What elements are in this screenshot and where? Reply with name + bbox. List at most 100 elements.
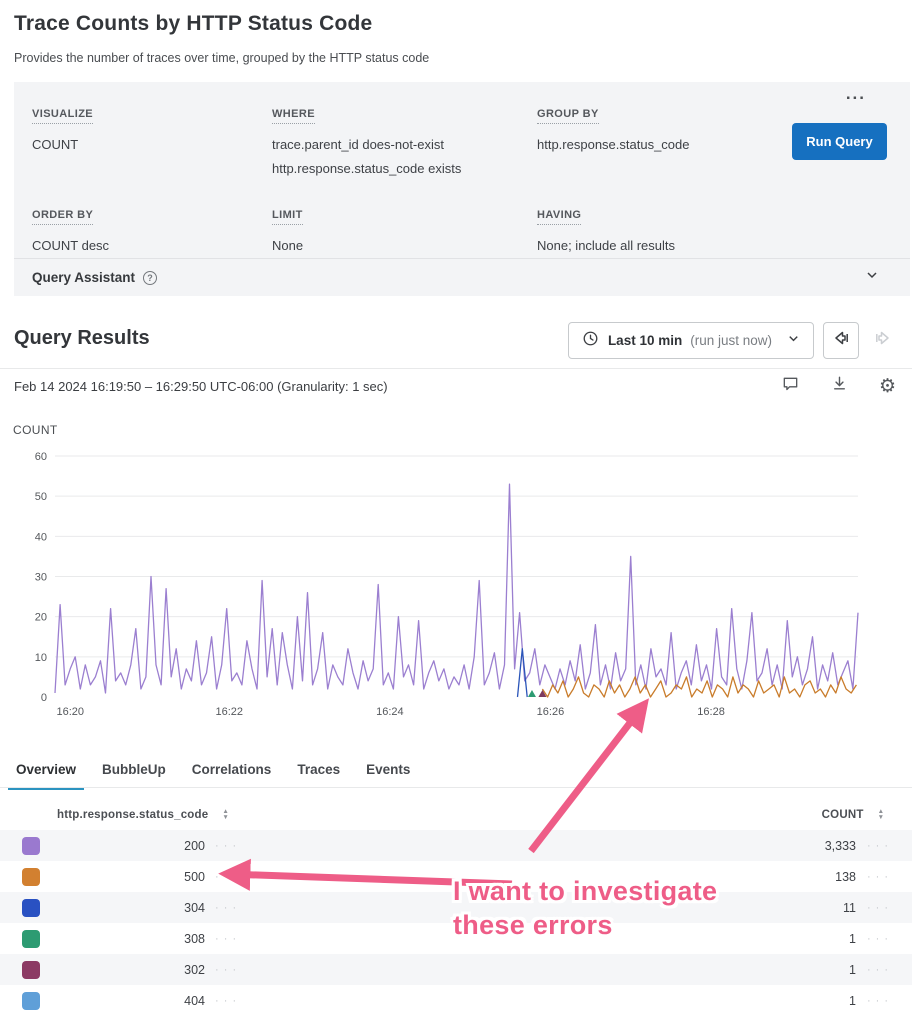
column-header-status-code[interactable]: http.response.status_code (57, 809, 208, 821)
table-body: 200· · ·3,333· · ·500· · ·138· · ·304· ·… (0, 830, 912, 1016)
results-heading: Query Results (14, 327, 150, 350)
row-menu-icon[interactable]: · · · (856, 964, 900, 976)
page-subtitle: Provides the number of traces over time,… (14, 51, 429, 65)
count-value: 1 (781, 994, 856, 1008)
svg-text:16:24: 16:24 (376, 706, 404, 718)
results-table: http.response.status_code ▲▼ COUNT ▲▼ 20… (0, 800, 912, 1016)
time-range-status: (run just now) (690, 333, 772, 348)
series-color-swatch (22, 930, 40, 948)
run-query-button[interactable]: Run Query (792, 123, 887, 160)
count-value: 1 (781, 963, 856, 977)
table-row-status-200[interactable]: 200· · ·3,333· · · (0, 830, 912, 861)
time-range-dropdown[interactable]: Last 10 min (run just now) (568, 322, 814, 359)
chart-y-axis-title: COUNT (13, 423, 58, 437)
status-code-value: 308 (42, 932, 205, 946)
query-section-limit: LIMIT None (272, 205, 537, 258)
query-section-label[interactable]: LIMIT (272, 209, 303, 225)
query-section-values[interactable]: COUNT desc (32, 234, 272, 258)
results-controls: Last 10 min (run just now) (568, 322, 898, 359)
query-assistant-bar[interactable]: Query Assistant ? (14, 258, 910, 296)
trace-counts-chart[interactable]: 010203040506016:2016:2216:2416:2616:28 (0, 440, 912, 735)
table-row-status-302[interactable]: 302· · ·1· · · (0, 954, 912, 985)
query-section-values[interactable]: COUNT (32, 133, 272, 157)
query-section-values[interactable]: None; include all results (537, 234, 867, 258)
query-menu-icon[interactable]: ... (846, 84, 866, 104)
query-section-values[interactable]: None (272, 234, 537, 258)
query-section-visualize: VISUALIZE COUNT (32, 104, 272, 181)
row-menu-icon[interactable]: · · · (205, 840, 241, 852)
tab-events[interactable]: Events (366, 754, 410, 787)
series-color-swatch (22, 961, 40, 979)
table-row-status-404[interactable]: 404· · ·1· · · (0, 985, 912, 1016)
status-code-value: 200 (42, 839, 205, 853)
query-section-where: WHERE trace.parent_id does-not-existhttp.… (272, 104, 537, 181)
sort-icon[interactable]: ▲▼ (878, 809, 884, 821)
count-value: 1 (781, 932, 856, 946)
status-code-value: 304 (42, 901, 205, 915)
comment-icon[interactable] (781, 374, 800, 398)
svg-text:40: 40 (35, 531, 47, 543)
svg-text:16:20: 16:20 (56, 706, 84, 718)
row-menu-icon[interactable]: · · · (205, 933, 241, 945)
previous-query-button[interactable] (823, 322, 859, 359)
query-section-label[interactable]: VISUALIZE (32, 108, 93, 124)
query-section-values[interactable]: trace.parent_id does-not-existhttp.respo… (272, 133, 537, 181)
svg-text:30: 30 (35, 572, 47, 584)
tab-traces[interactable]: Traces (297, 754, 340, 787)
table-row-status-304[interactable]: 304· · ·11· · · (0, 892, 912, 923)
row-menu-icon[interactable]: · · · (205, 871, 241, 883)
series-color-swatch (22, 992, 40, 1010)
help-icon[interactable]: ? (143, 271, 157, 285)
status-code-value: 404 (42, 994, 205, 1008)
query-section-label[interactable]: GROUP BY (537, 108, 599, 124)
row-menu-icon[interactable]: · · · (856, 871, 900, 883)
table-row-status-308[interactable]: 308· · ·1· · · (0, 923, 912, 954)
query-assistant-label: Query Assistant (32, 270, 135, 285)
tab-overview[interactable]: Overview (16, 754, 76, 787)
row-menu-icon[interactable]: · · · (205, 902, 241, 914)
svg-text:50: 50 (35, 491, 47, 503)
series-color-swatch (22, 868, 40, 886)
row-menu-icon[interactable]: · · · (856, 902, 900, 914)
svg-text:16:26: 16:26 (537, 706, 565, 718)
table-header-row: http.response.status_code ▲▼ COUNT ▲▼ (0, 800, 912, 830)
row-menu-icon[interactable]: · · · (856, 995, 900, 1007)
chevron-down-icon[interactable] (864, 267, 880, 288)
back-arrow-icon (831, 328, 851, 353)
tab-correlations[interactable]: Correlations (192, 754, 272, 787)
row-menu-icon[interactable]: · · · (205, 964, 241, 976)
time-range-value: Last 10 min (608, 333, 682, 348)
clock-icon (581, 329, 600, 353)
table-row-status-500[interactable]: 500· · ·138· · · (0, 861, 912, 892)
query-builder-grid: VISUALIZE COUNTWHERE trace.parent_id does-… (14, 82, 910, 258)
count-value: 138 (781, 870, 856, 884)
count-value: 3,333 (781, 839, 856, 853)
row-menu-icon[interactable]: · · · (856, 840, 900, 852)
row-menu-icon[interactable]: · · · (205, 995, 241, 1007)
gear-icon[interactable]: ⚙ (879, 376, 896, 396)
query-section-order_by: ORDER BY COUNT desc (32, 205, 272, 258)
svg-text:60: 60 (35, 451, 47, 463)
row-menu-icon[interactable]: · · · (856, 933, 900, 945)
series-color-swatch (22, 837, 40, 855)
status-code-value: 302 (42, 963, 205, 977)
column-header-count[interactable]: COUNT (822, 809, 864, 821)
query-section-label[interactable]: ORDER BY (32, 209, 93, 225)
series-color-swatch (22, 899, 40, 917)
sort-icon[interactable]: ▲▼ (222, 809, 228, 821)
results-actions: ⚙ (781, 374, 896, 398)
svg-text:16:28: 16:28 (697, 706, 725, 718)
svg-text:10: 10 (35, 652, 47, 664)
svg-text:0: 0 (41, 692, 47, 704)
query-section-label[interactable]: WHERE (272, 108, 315, 124)
query-builder-panel: VISUALIZE COUNTWHERE trace.parent_id does-… (14, 82, 910, 296)
query-section-label[interactable]: HAVING (537, 209, 581, 225)
time-range-meta: Feb 14 2024 16:19:50 – 16:29:50 UTC-06:0… (14, 379, 388, 394)
next-query-button[interactable] (868, 328, 898, 353)
download-icon[interactable] (830, 374, 849, 398)
results-tab-bar: Overview BubbleUp Correlations Traces Events (0, 754, 912, 787)
status-code-value: 500 (42, 870, 205, 884)
query-section-having: HAVING None; include all results (537, 205, 867, 258)
tab-bubbleup[interactable]: BubbleUp (102, 754, 166, 787)
divider (0, 368, 912, 369)
